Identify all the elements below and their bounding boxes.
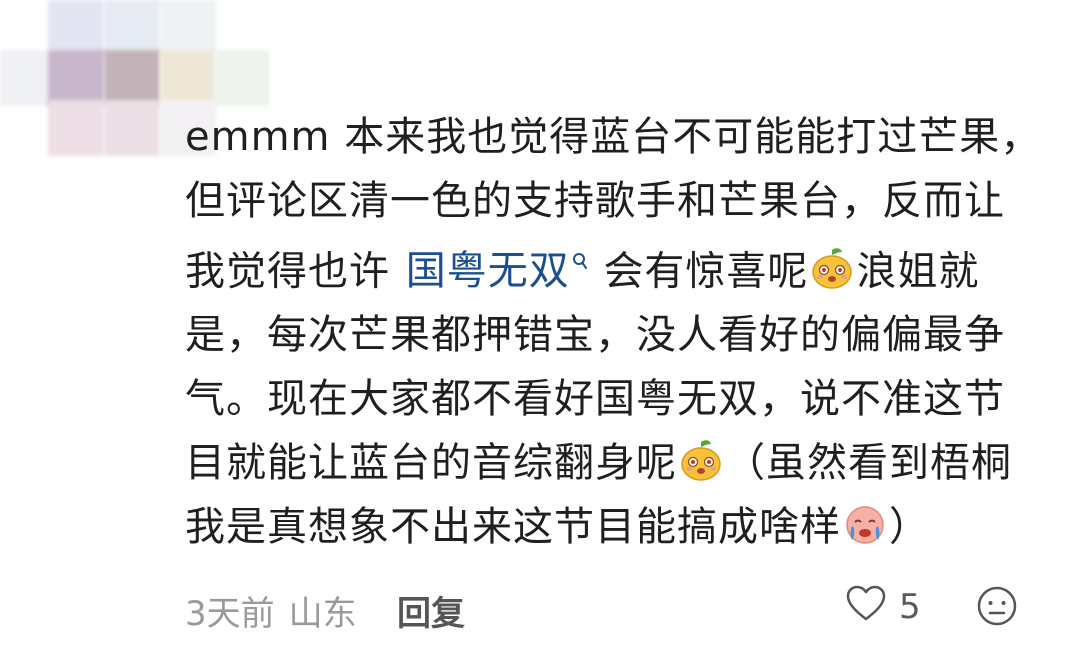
topic-link-label: 国粤无双 bbox=[405, 248, 570, 295]
avatar-tile bbox=[160, 0, 216, 56]
avatar-tile bbox=[104, 0, 160, 56]
avatar-tile bbox=[160, 50, 216, 106]
comment-text: emmm 本来我也觉得蓝台不可能能打过芒果，但评论区清一色的支持歌手和芒果台，反… bbox=[185, 105, 1045, 559]
like-button[interactable]: 5 bbox=[845, 582, 921, 632]
search-icon bbox=[572, 233, 588, 297]
crying-face-emoji-icon bbox=[843, 501, 887, 545]
like-count: 5 bbox=[899, 587, 921, 627]
comment-text-part: ） bbox=[889, 504, 930, 551]
reply-button[interactable]: 回复 bbox=[397, 586, 465, 635]
smiley-icon[interactable] bbox=[975, 584, 1019, 628]
comment-time: 3天前 bbox=[185, 594, 275, 634]
avatar-tile bbox=[48, 50, 104, 106]
heart-icon bbox=[845, 584, 887, 631]
avatar-tile bbox=[48, 100, 104, 156]
comment-footer: 3天前 山东 回复 5 bbox=[185, 580, 1045, 636]
mango-emoji-icon bbox=[679, 437, 723, 482]
avatar-tile bbox=[48, 0, 104, 56]
comment-location: 山东 bbox=[288, 594, 357, 634]
avatar-tile bbox=[104, 100, 160, 156]
mango-emoji-icon bbox=[810, 245, 854, 290]
topic-link[interactable]: 国粤无双 bbox=[406, 248, 588, 294]
comment-text-part: 会有惊喜呢 bbox=[603, 248, 809, 295]
avatar-tile bbox=[214, 50, 270, 106]
avatar-tile bbox=[104, 50, 160, 106]
comment-meta: 3天前 山东 bbox=[185, 586, 371, 635]
